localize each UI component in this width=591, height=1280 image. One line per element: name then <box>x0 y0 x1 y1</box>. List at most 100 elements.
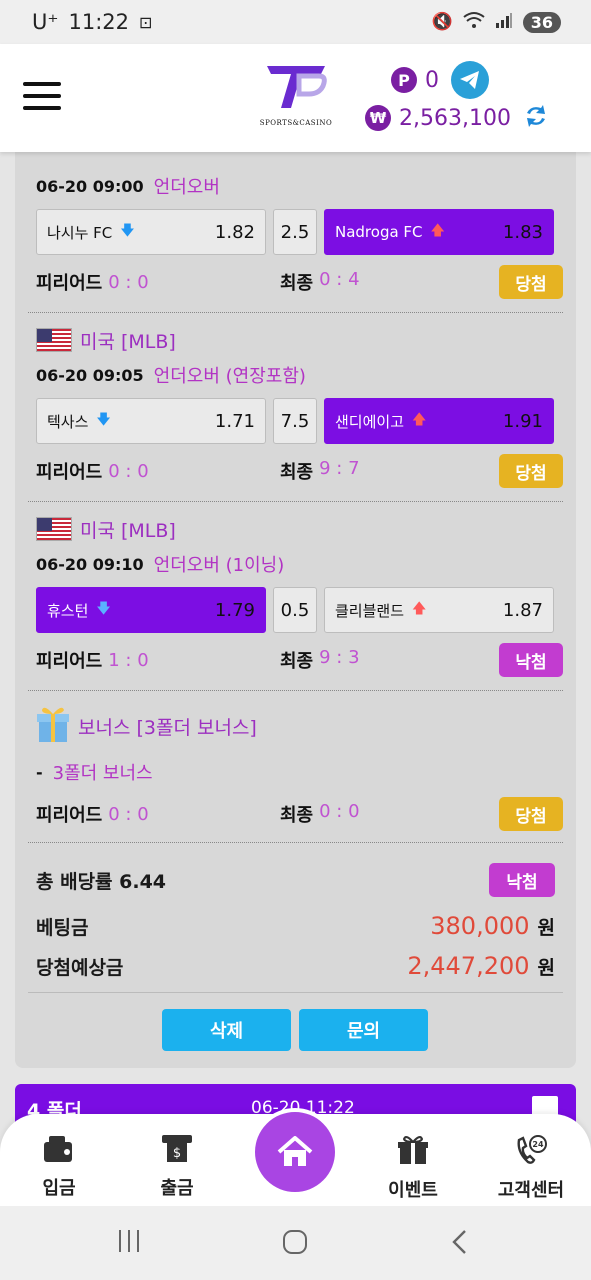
svg-text:$: $ <box>173 1146 181 1161</box>
bet-actions: 삭제 문의 <box>162 1009 428 1051</box>
bet-game-2: 미국 [MLB] 06-20 09:05 언더오버 (연장포함) 텍사스 🡇 1… <box>28 323 563 493</box>
game-league: 미국 [MLB] <box>80 330 176 353</box>
bet-amount: 380,000 <box>430 912 530 940</box>
result-row: 피리어드 0 : 0 최종 9 : 7 당첨 <box>36 449 563 493</box>
divider <box>28 842 563 843</box>
arrow-down-icon: 🡇 <box>120 223 135 239</box>
arrow-up-icon: 🡅 <box>430 223 445 239</box>
us-flag-icon <box>36 517 72 541</box>
svg-text:24: 24 <box>532 1140 544 1149</box>
home-odds-button[interactable]: 휴스턴 🡇 1.79 <box>36 587 266 633</box>
odds-row: 텍사스 🡇 1.71 7.5 샌디에이고 🡅 1.91 <box>36 397 563 445</box>
bonus-row: 보너스 [3폴더 보너스] - 3폴더 보너스 피리어드 0 : 0 최종 0 :… <box>28 702 563 836</box>
total-result-badge: 낙첨 <box>489 863 555 897</box>
game-league: 미국 [MLB] <box>80 519 176 542</box>
final-score: 9 : 3 <box>319 647 360 668</box>
battery-indicator: 36 <box>522 11 561 33</box>
recent-apps-icon[interactable] <box>116 1228 142 1258</box>
home-icon <box>277 1136 313 1166</box>
money-value: 2,563,100 <box>399 105 511 131</box>
carrier-label: U⁺ <box>32 10 59 34</box>
refresh-icon[interactable] <box>523 103 549 133</box>
menu-icon[interactable] <box>23 82 61 112</box>
signal-icon <box>495 12 513 33</box>
home-odds-button[interactable]: 나시누 FC 🡇 1.82 <box>36 209 266 255</box>
arrow-down-icon: 🡇 <box>96 601 111 617</box>
atm-icon: $ <box>162 1135 192 1162</box>
line-value: 2.5 <box>273 209 317 255</box>
arrow-down-icon: 🡇 <box>96 412 111 428</box>
nav-event[interactable]: 이벤트 <box>363 1134 463 1202</box>
bet-slip-card: 06-20 09:00 언더오버 나시누 FC 🡇 1.82 2.5 Nadro… <box>15 120 576 1068</box>
divider <box>28 501 563 502</box>
wifi-icon <box>463 11 485 34</box>
telegram-icon[interactable] <box>451 61 489 99</box>
final-score: 9 : 7 <box>319 458 360 479</box>
home-button[interactable] <box>251 1108 339 1196</box>
support-24-icon: 24 <box>517 1135 547 1164</box>
period-score: 0 : 0 <box>108 460 149 482</box>
result-badge: 당첨 <box>499 797 563 831</box>
us-flag-icon <box>36 328 72 352</box>
expected-win-amount: 2,447,200 <box>407 952 530 980</box>
bet-game-1: 06-20 09:00 언더오버 나시누 FC 🡇 1.82 2.5 Nadro… <box>28 140 563 304</box>
gift-icon <box>36 704 70 749</box>
final-score: 0 : 0 <box>319 801 360 822</box>
won-icon: ₩ <box>365 105 391 131</box>
period-score: 0 : 0 <box>108 803 149 825</box>
nav-deposit[interactable]: 입금 <box>9 1134 109 1200</box>
odds-row: 휴스턴 🡇 1.79 0.5 클리블랜드 🡅 1.87 <box>36 586 563 634</box>
system-navigation-bar <box>0 1206 591 1280</box>
arrow-up-icon: 🡅 <box>412 601 427 617</box>
bonus-title: 보너스 [3폴더 보너스] <box>78 716 257 739</box>
arrow-up-icon: 🡅 <box>412 412 427 428</box>
away-odds-button[interactable]: Nadroga FC 🡅 1.83 <box>324 209 554 255</box>
final-score: 0 : 4 <box>319 269 360 290</box>
inquiry-button[interactable]: 문의 <box>299 1009 428 1051</box>
delete-button[interactable]: 삭제 <box>162 1009 291 1051</box>
back-icon[interactable] <box>449 1228 471 1260</box>
divider <box>28 690 563 691</box>
period-score: 0 : 0 <box>108 271 149 293</box>
logo-text: SPORTS&CASINO <box>259 119 333 127</box>
game-market: 언더오버 (1이닝) <box>153 555 285 576</box>
wallet-icon <box>44 1136 72 1162</box>
period-score: 1 : 0 <box>108 649 149 671</box>
home-nav-icon[interactable] <box>281 1228 309 1260</box>
status-bar: U⁺ 11:22 ⊡ 🔇 36 <box>0 0 591 44</box>
game-datetime: 06-20 09:10 <box>36 554 144 574</box>
nav-support[interactable]: 24 고객센터 <box>481 1134 581 1202</box>
total-odds: 총 배당률 6.44 <box>36 870 167 893</box>
line-value: 7.5 <box>273 398 317 444</box>
line-value: 0.5 <box>273 587 317 633</box>
odds-row: 나시누 FC 🡇 1.82 2.5 Nadroga FC 🡅 1.83 <box>36 208 563 256</box>
app-header: SPORTS&CASINO P 0 ₩ 2,563,100 <box>0 44 591 152</box>
site-logo[interactable]: SPORTS&CASINO <box>258 62 334 132</box>
point-value: 0 <box>425 67 439 93</box>
bet-summary: 총 배당률 6.44 낙첨 베팅금 380,000 원 당첨예상금 2,447,… <box>36 860 555 986</box>
result-badge: 당첨 <box>499 265 563 299</box>
bonus-item: 3폴더 보너스 <box>52 763 153 784</box>
result-badge: 낙첨 <box>499 643 563 677</box>
result-row: 피리어드 1 : 0 최종 9 : 3 낙첨 <box>36 638 563 682</box>
bet-game-3: 미국 [MLB] 06-20 09:10 언더오버 (1이닝) 휴스턴 🡇 1.… <box>28 512 563 682</box>
nav-withdraw[interactable]: $ 출금 <box>127 1134 227 1200</box>
clock: 11:22 <box>68 10 129 34</box>
divider <box>28 992 563 993</box>
game-datetime: 06-20 09:05 <box>36 365 144 385</box>
game-market: 언더오버 (연장포함) <box>153 366 306 387</box>
expected-win-label: 당첨예상금 <box>36 956 124 979</box>
game-datetime: 06-20 09:00 <box>36 176 144 196</box>
point-icon: P <box>391 67 417 93</box>
home-odds-button[interactable]: 텍사스 🡇 1.71 <box>36 398 266 444</box>
result-badge: 당첨 <box>499 454 563 488</box>
away-odds-button[interactable]: 클리블랜드 🡅 1.87 <box>324 587 554 633</box>
mute-icon: 🔇 <box>431 12 453 32</box>
bet-amount-label: 베팅금 <box>36 916 89 939</box>
result-row: 피리어드 0 : 0 최종 0 : 4 당첨 <box>36 260 563 304</box>
screenshot-icon: ⊡ <box>139 12 153 32</box>
divider <box>28 312 563 313</box>
logo-mark <box>267 66 327 108</box>
away-odds-button[interactable]: 샌디에이고 🡅 1.91 <box>324 398 554 444</box>
game-market: 언더오버 <box>153 177 220 198</box>
